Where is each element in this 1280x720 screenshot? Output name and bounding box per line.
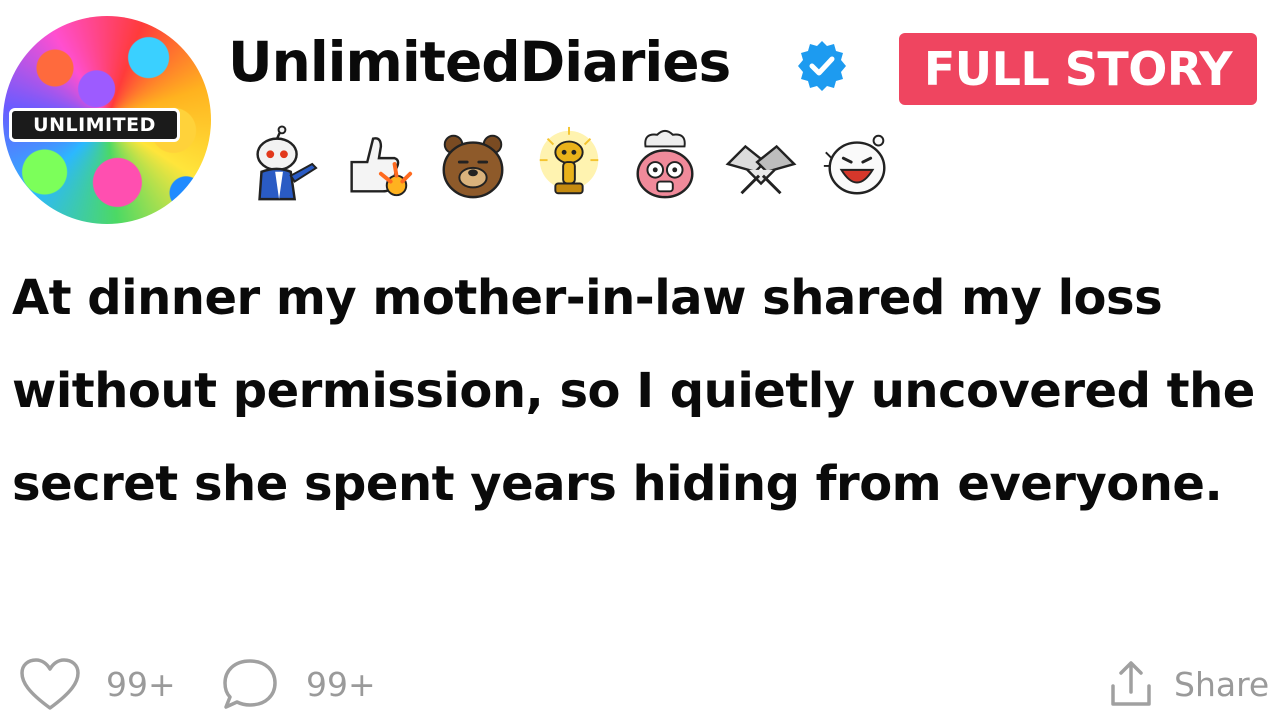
post-title: At dinner my mother-in-law shared my los… (12, 270, 1255, 512)
comment-button[interactable]: 99+ (220, 652, 376, 716)
share-button[interactable]: Share (1108, 652, 1269, 716)
avatar-label: UNLIMITED (9, 108, 180, 142)
share-icon (1108, 658, 1154, 710)
bear-face-icon (432, 123, 514, 205)
awards-row (240, 118, 1000, 210)
laughing-snoo-icon (816, 123, 898, 205)
mind-blown-icon (624, 123, 706, 205)
post-actions-bar: 99+ 99+ Share (0, 652, 1280, 716)
channel-name[interactable]: UnlimitedDiaries (228, 22, 731, 102)
verified-badge-icon (794, 38, 850, 94)
gold-snoo-trophy-icon (528, 123, 610, 205)
like-count: 99+ (106, 664, 176, 704)
full-story-button[interactable]: FULL STORY (899, 33, 1257, 105)
handshake-icon (720, 123, 802, 205)
comment-bubble-icon (220, 656, 280, 712)
share-label: Share (1174, 664, 1270, 704)
comment-count: 99+ (306, 664, 376, 704)
like-button[interactable]: 99+ (18, 652, 176, 716)
thumbs-up-rocket-icon (336, 123, 418, 205)
heart-icon (18, 656, 82, 712)
snoo-pointing-icon (240, 123, 322, 205)
